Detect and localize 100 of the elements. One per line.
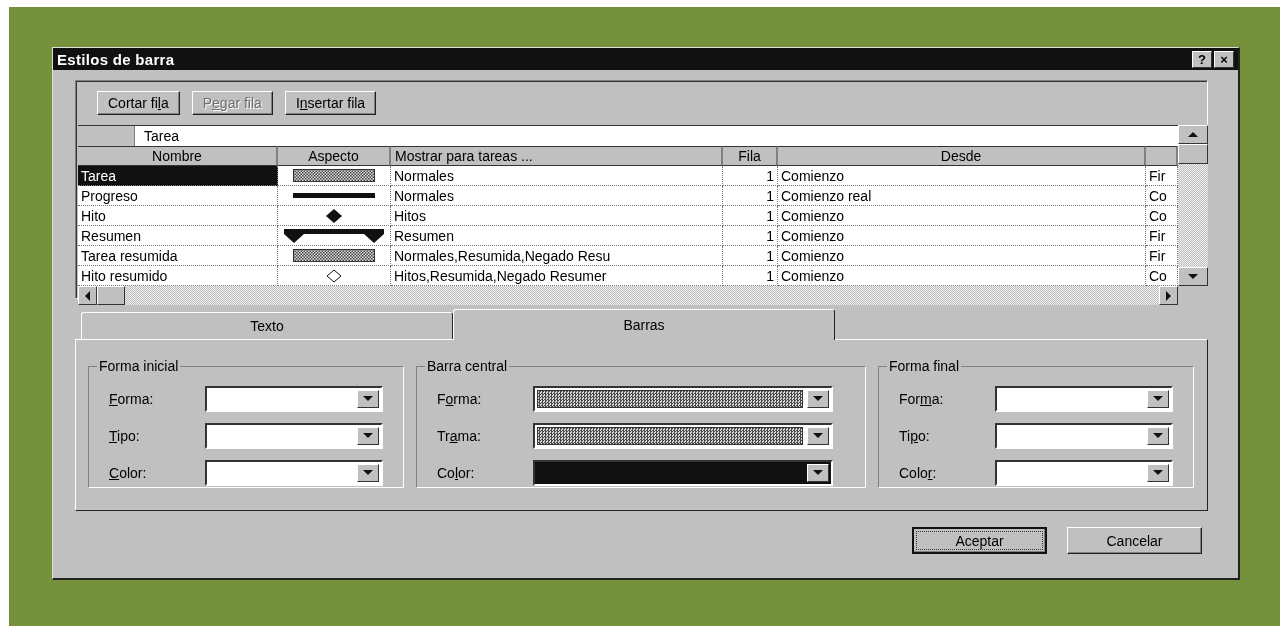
right-arrow-icon bbox=[1165, 290, 1172, 301]
help-button[interactable]: ? bbox=[1192, 50, 1212, 68]
ok-button[interactable]: Aceptar bbox=[912, 527, 1047, 554]
hatched-bar-icon bbox=[293, 249, 375, 262]
table-cell: Comienzo bbox=[778, 246, 1146, 266]
table-cell[interactable]: Tarea resumida bbox=[78, 246, 278, 266]
input-field[interactable]: Tarea bbox=[135, 126, 1178, 146]
dropdown-field[interactable] bbox=[205, 459, 383, 486]
summary-bar-icon bbox=[284, 228, 384, 243]
caret-icon bbox=[1188, 273, 1198, 280]
caret-icon bbox=[813, 432, 823, 439]
caret-icon bbox=[1153, 432, 1163, 439]
dropdown-field[interactable] bbox=[205, 385, 383, 412]
dropdown-button[interactable] bbox=[1147, 389, 1169, 408]
dropdown-button[interactable] bbox=[807, 389, 829, 408]
table-cell: Comienzo bbox=[778, 166, 1146, 186]
caret-icon bbox=[363, 395, 373, 402]
scroll-right-button[interactable] bbox=[1159, 286, 1178, 305]
table-cell: 1 bbox=[723, 226, 778, 246]
field-label: Forma: bbox=[899, 390, 945, 407]
scroll-left-button[interactable] bbox=[78, 286, 97, 305]
hatched-bar-icon bbox=[293, 169, 375, 182]
field-label: Tipo: bbox=[109, 427, 141, 444]
field-label: Forma: bbox=[437, 390, 483, 407]
field-label: Color: bbox=[899, 464, 938, 481]
dropdown-button[interactable] bbox=[357, 463, 379, 482]
dropdown-button[interactable] bbox=[807, 463, 829, 482]
dropdown-button[interactable] bbox=[1147, 426, 1169, 445]
table-cell: Fir bbox=[1146, 226, 1178, 246]
table-cell[interactable]: Hito bbox=[78, 206, 278, 226]
toolbar-button[interactable]: Insertar fila bbox=[284, 91, 377, 115]
table-cell: Fir bbox=[1146, 166, 1178, 186]
column-header[interactable]: Fila bbox=[723, 146, 778, 166]
table-cell[interactable]: Progreso bbox=[78, 186, 278, 206]
dropdown-button[interactable] bbox=[357, 389, 379, 408]
dropdown-field[interactable] bbox=[995, 459, 1173, 486]
table-cell: Comienzo bbox=[778, 206, 1146, 226]
caret-icon bbox=[813, 469, 823, 476]
column-header[interactable] bbox=[1146, 146, 1178, 166]
table-cell[interactable]: Resumen bbox=[78, 226, 278, 246]
table-cell[interactable]: Hito resumido bbox=[78, 266, 278, 286]
cancel-button[interactable]: Cancelar bbox=[1067, 527, 1202, 554]
table-cell: 1 bbox=[723, 166, 778, 186]
table-cell: 1 bbox=[723, 186, 778, 206]
dropdown-field[interactable] bbox=[995, 385, 1173, 412]
scroll-up-button[interactable] bbox=[1178, 125, 1208, 144]
group-title: Forma inicial bbox=[98, 358, 180, 374]
field-label: Forma: bbox=[109, 390, 155, 407]
group-title: Forma final bbox=[888, 358, 961, 374]
up-arrow-icon bbox=[1188, 131, 1198, 138]
horizontal-scrollbar[interactable] bbox=[78, 286, 1178, 305]
group-title: Barra central bbox=[426, 358, 509, 374]
table-cell: 1 bbox=[723, 246, 778, 266]
field-label: Trama: bbox=[437, 427, 482, 444]
column-header[interactable]: Aspecto bbox=[278, 146, 391, 166]
table-cell: Normales bbox=[391, 186, 723, 206]
table-cell: Co bbox=[1146, 266, 1178, 286]
table-cell: 1 bbox=[723, 266, 778, 286]
table-cell: Normales bbox=[391, 166, 723, 186]
dropdown-field[interactable] bbox=[533, 459, 833, 486]
field-label: Tipo: bbox=[899, 427, 931, 444]
table-cell: Resumen bbox=[391, 226, 723, 246]
dropdown-button[interactable] bbox=[357, 426, 379, 445]
dropdown-button[interactable] bbox=[807, 426, 829, 445]
tab[interactable]: Barras bbox=[453, 309, 835, 340]
tab[interactable]: Texto bbox=[81, 312, 453, 339]
dropdown-field[interactable] bbox=[533, 385, 833, 412]
column-header[interactable]: Nombre bbox=[78, 146, 278, 166]
table-cell: Fir bbox=[1146, 246, 1178, 266]
window-title: Estilos de barra bbox=[57, 50, 176, 68]
caret-icon bbox=[363, 432, 373, 439]
toolbar-button[interactable]: Cortar fila bbox=[97, 91, 180, 115]
dropdown-button[interactable] bbox=[1147, 463, 1169, 482]
caret-icon bbox=[363, 469, 373, 476]
diamond-icon bbox=[326, 208, 342, 223]
table-cell: Co bbox=[1146, 206, 1178, 226]
caret-icon bbox=[1153, 395, 1163, 402]
caret-icon bbox=[1153, 469, 1163, 476]
table-cell: Co bbox=[1146, 186, 1178, 206]
vertical-scrollbar[interactable] bbox=[1178, 125, 1208, 286]
table-cell: Hitos bbox=[391, 206, 723, 226]
field-label: Color: bbox=[437, 464, 476, 481]
dropdown-field[interactable] bbox=[995, 422, 1173, 449]
column-header[interactable]: Desde bbox=[778, 146, 1146, 166]
column-header[interactable]: Mostrar para tareas ... bbox=[391, 146, 723, 166]
table-cell: Comienzo real bbox=[778, 186, 1146, 206]
field-label: Color: bbox=[109, 464, 148, 481]
scrollbar-thumb[interactable] bbox=[97, 286, 125, 305]
dropdown-field[interactable] bbox=[205, 422, 383, 449]
table-cell: Normales,Resumida,Negado Resu bbox=[391, 246, 723, 266]
table-cell: 1 bbox=[723, 206, 778, 226]
table-cell: Comienzo bbox=[778, 226, 1146, 246]
scroll-down-button[interactable] bbox=[1178, 267, 1208, 286]
dropdown-field[interactable] bbox=[533, 422, 833, 449]
scrollbar-thumb[interactable] bbox=[1178, 144, 1208, 164]
caret-icon bbox=[813, 395, 823, 402]
table-cell[interactable]: Tarea bbox=[78, 166, 278, 186]
table-cell: Hitos,Resumida,Negado Resumer bbox=[391, 266, 723, 286]
close-button[interactable]: × bbox=[1214, 50, 1234, 68]
table-cell: Comienzo bbox=[778, 266, 1146, 286]
